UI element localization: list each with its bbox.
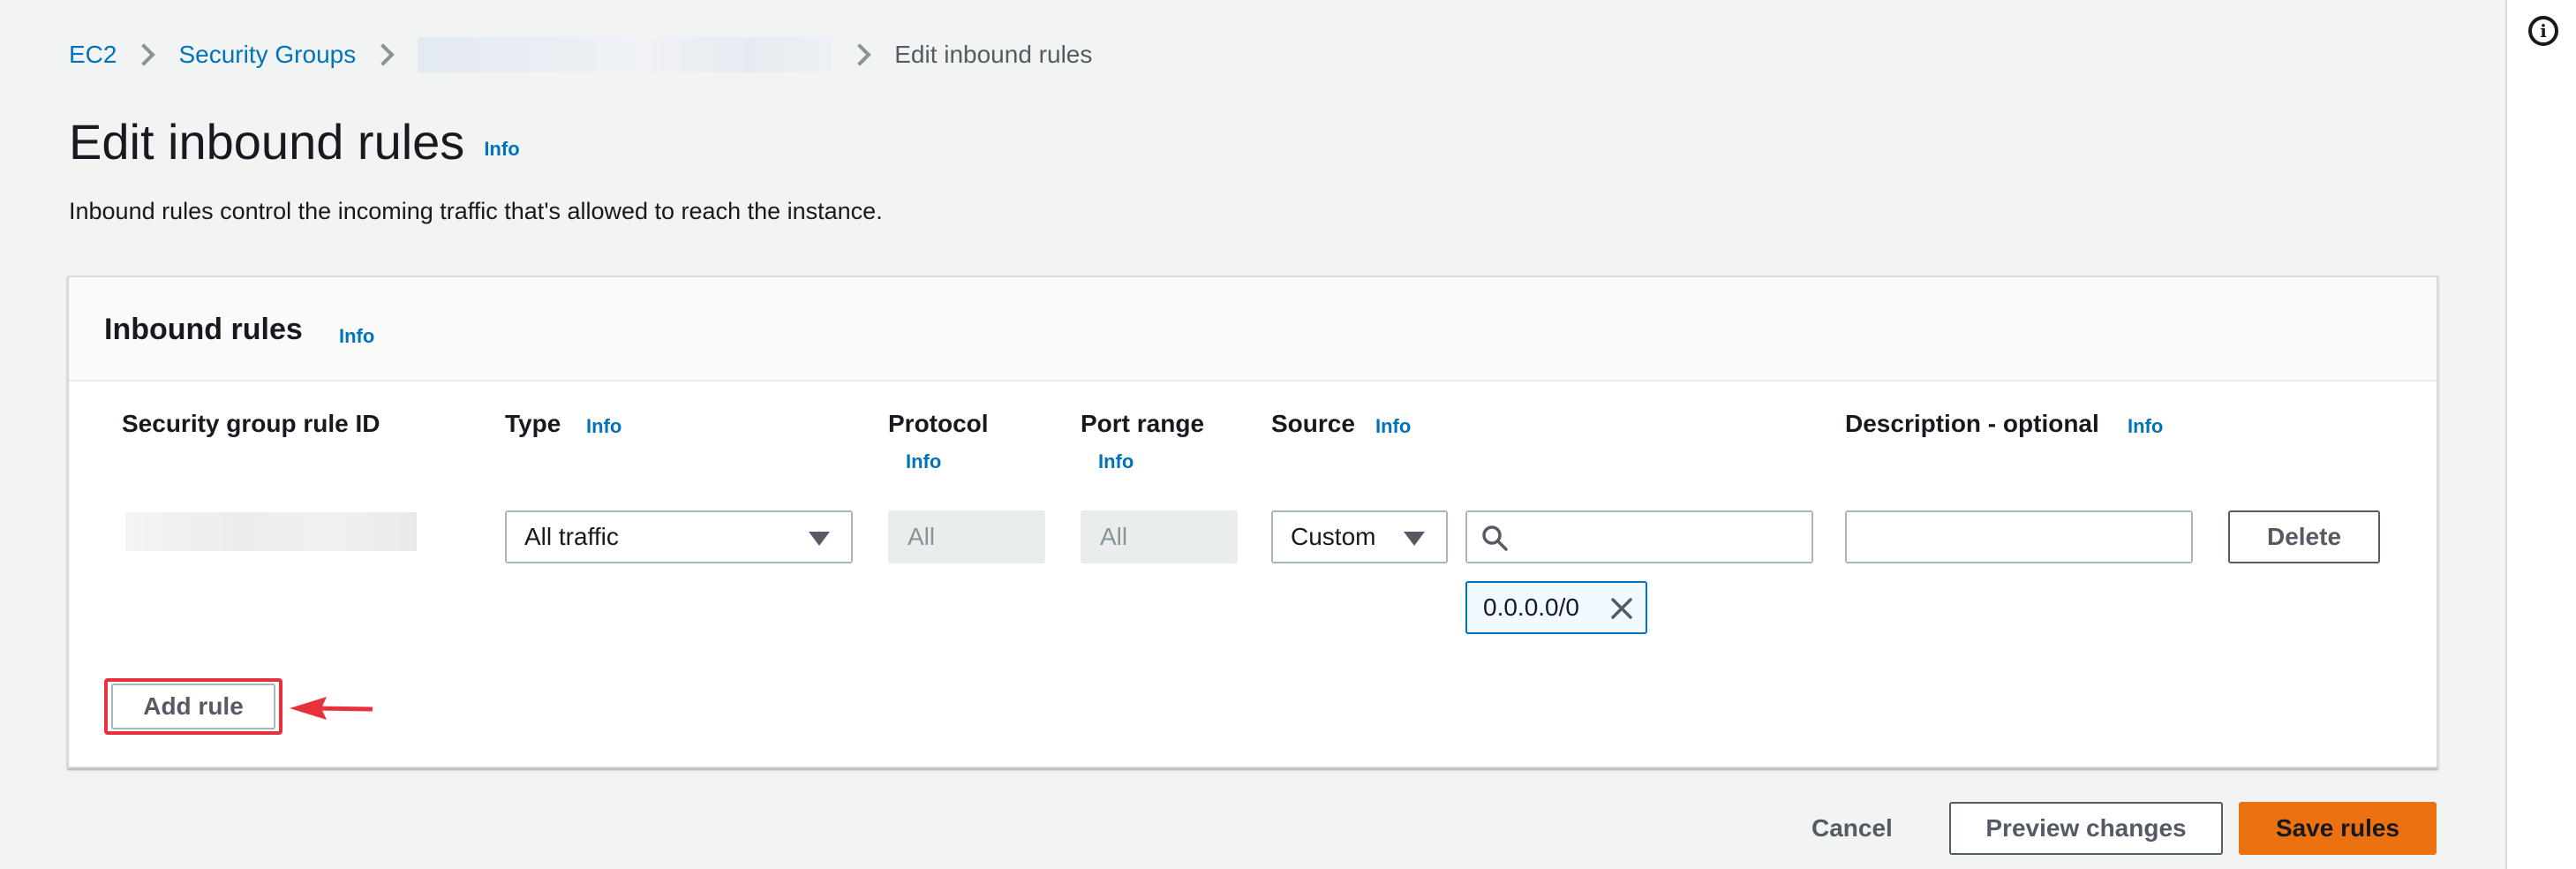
page-description: Inbound rules control the incoming traff… <box>69 198 883 224</box>
type-info-link[interactable]: Info <box>586 415 621 438</box>
protocol-info-link[interactable]: Info <box>906 450 941 473</box>
breadcrumb-security-groups[interactable]: Security Groups <box>178 41 356 69</box>
source-search-input[interactable] <box>1465 510 1813 563</box>
column-header-source: Source <box>1271 410 1355 437</box>
column-header-rule-id: Security group rule ID <box>122 410 380 437</box>
column-header-protocol: Protocol <box>888 410 989 437</box>
page-title-text: Edit inbound rules <box>69 114 465 170</box>
description-input[interactable] <box>1845 510 2193 563</box>
source-info-link[interactable]: Info <box>1375 415 1411 438</box>
breadcrumb-ec2[interactable]: EC2 <box>69 41 117 69</box>
security-group-rule-id-redacted <box>125 512 417 551</box>
breadcrumb-security-group-redacted[interactable] <box>418 37 833 72</box>
breadcrumb: EC2 Security Groups Edit inbound rules <box>69 35 1092 74</box>
help-panel-rail: i <box>2505 0 2576 869</box>
column-header-port-range: Port range <box>1081 410 1205 437</box>
caret-down-icon <box>1404 532 1425 546</box>
chevron-right-icon <box>848 43 871 66</box>
description-info-link[interactable]: Info <box>2128 415 2163 438</box>
info-circle-icon[interactable]: i <box>2528 16 2558 46</box>
source-token-value: 0.0.0.0/0 <box>1483 593 1579 621</box>
protocol-value: All <box>908 523 936 550</box>
close-icon[interactable] <box>1608 595 1635 622</box>
port-range-field: All <box>1081 510 1238 563</box>
delete-rule-button[interactable]: Delete <box>2228 510 2380 563</box>
panel-title: Inbound rules <box>104 313 303 346</box>
source-type-select[interactable]: Custom <box>1271 510 1448 563</box>
page-title: Edit inbound rules Info <box>69 111 520 184</box>
preview-changes-button[interactable]: Preview changes <box>1949 802 2223 855</box>
add-rule-button[interactable]: Add rule <box>111 684 275 729</box>
red-arrow-icon <box>290 697 373 720</box>
column-header-description: Description - optional <box>1845 410 2099 437</box>
protocol-field: All <box>888 510 1045 563</box>
cancel-button[interactable]: Cancel <box>1801 802 1903 855</box>
breadcrumb-current: Edit inbound rules <box>894 41 1093 68</box>
type-select-value: All traffic <box>524 523 619 550</box>
chevron-right-icon <box>372 43 395 66</box>
port-range-info-link[interactable]: Info <box>1098 450 1134 473</box>
main-content: EC2 Security Groups Edit inbound rules E… <box>0 0 2505 869</box>
page-info-link[interactable]: Info <box>484 118 519 180</box>
column-header-type: Type <box>505 410 561 437</box>
search-icon <box>1482 525 1508 551</box>
source-token: 0.0.0.0/0 <box>1465 581 1647 634</box>
source-type-value: Custom <box>1291 523 1376 550</box>
type-select[interactable]: All traffic <box>505 510 853 563</box>
inbound-rules-panel: Inbound rules Info Security group rule I… <box>67 276 2438 768</box>
panel-header: Inbound rules Info <box>69 277 2437 382</box>
caret-down-icon <box>809 532 830 546</box>
chevron-right-icon <box>132 43 156 66</box>
save-rules-button[interactable]: Save rules <box>2239 802 2437 855</box>
port-range-value: All <box>1100 523 1128 550</box>
panel-info-link[interactable]: Info <box>339 325 374 348</box>
